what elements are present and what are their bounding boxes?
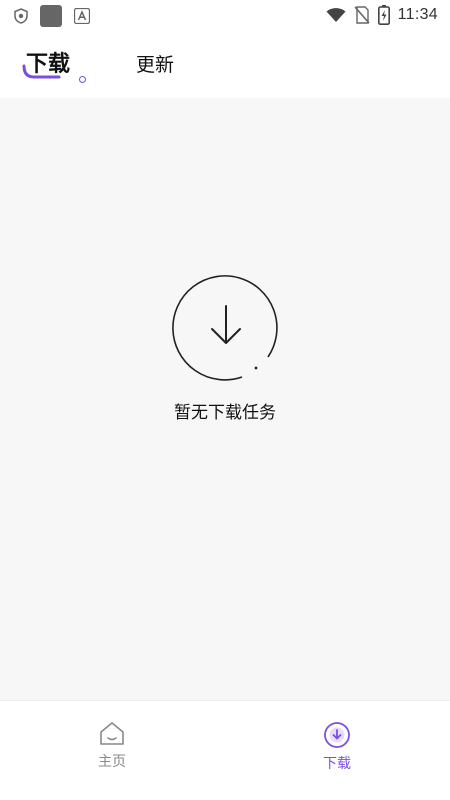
nav-home-label: 主页 — [98, 754, 126, 770]
nav-home[interactable]: 主页 — [82, 721, 142, 771]
app-square-icon — [40, 5, 62, 27]
status-bar: 11:34 — [0, 0, 450, 32]
a-badge-icon — [74, 8, 90, 24]
tab-active-indicator — [22, 64, 61, 79]
download-icon — [324, 722, 350, 748]
tab-dot-indicator — [79, 76, 86, 83]
shield-icon — [14, 8, 28, 24]
tab-update[interactable]: 更新 — [136, 50, 174, 77]
battery-charging-icon — [377, 5, 390, 25]
status-time: 11:34 — [397, 6, 438, 23]
status-bar-right: 11:34 — [326, 5, 438, 25]
bottom-navigation: 主页 下载 — [0, 700, 450, 800]
wifi-icon — [326, 8, 346, 22]
download-arrow-circle-icon — [172, 275, 278, 381]
empty-state-text: 暂无下载任务 — [174, 403, 276, 423]
status-bar-left — [14, 5, 90, 27]
download-list-empty: 暂无下载任务 — [0, 98, 450, 700]
nav-download-label: 下载 — [323, 756, 351, 772]
no-sim-icon — [354, 6, 370, 24]
home-icon — [100, 722, 124, 745]
header-tabs: 下载 更新 — [0, 32, 450, 98]
nav-download[interactable]: 下载 — [307, 721, 367, 773]
